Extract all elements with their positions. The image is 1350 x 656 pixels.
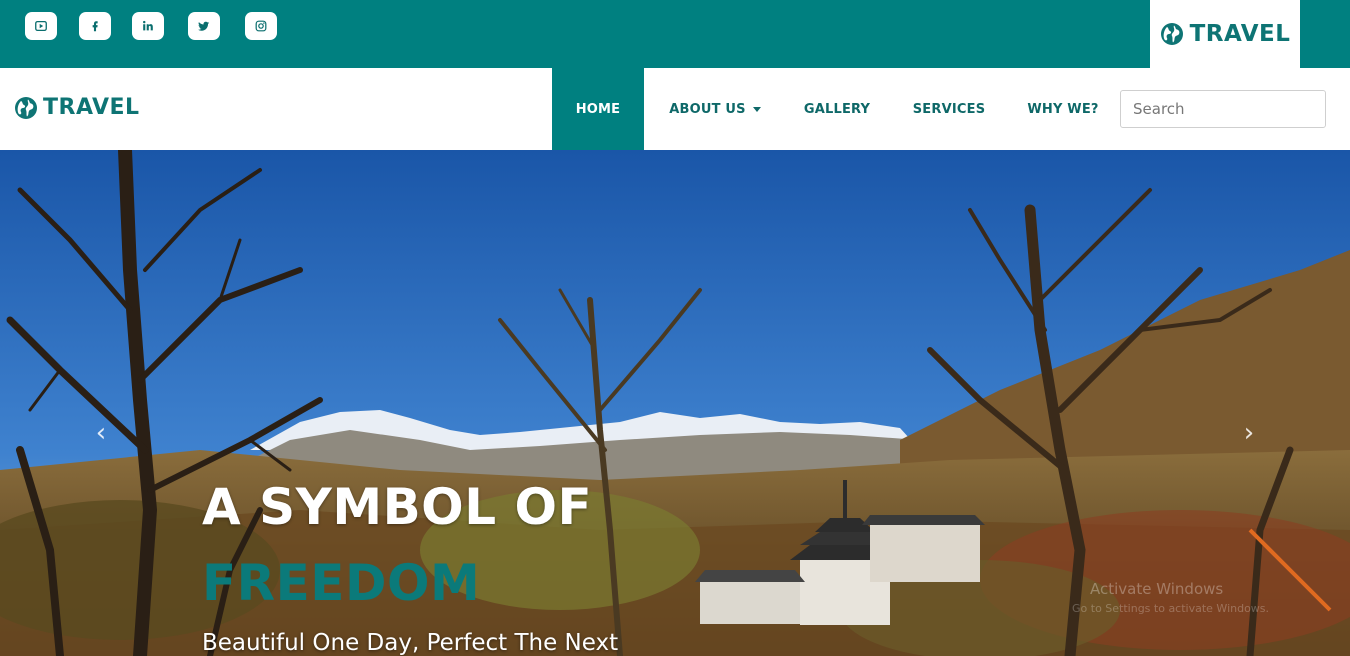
hero-subtitle: Beautiful One Day, Perfect The Next — [202, 630, 619, 656]
os-watermark-sub: Go to Settings to activate Windows. — [1072, 602, 1270, 615]
carousel-next-arrow-icon[interactable]: › — [1236, 416, 1262, 450]
nav-about-us[interactable]: ABOUT US — [660, 68, 770, 150]
hero-title: A SYMBOL OF — [202, 478, 593, 536]
nav-brand-logo[interactable]: TRAVEL — [14, 95, 140, 120]
top-brand-logo[interactable]: TRAVEL — [1150, 0, 1300, 68]
linkedin-icon[interactable] — [132, 12, 164, 40]
hero-accent-title: FREEDOM — [202, 554, 481, 612]
nav-services[interactable]: SERVICES — [906, 68, 992, 150]
youtube-icon[interactable] — [25, 12, 57, 40]
nav-home[interactable]: HOME — [552, 68, 644, 150]
globe-icon — [15, 96, 37, 119]
nav-services-label: SERVICES — [912, 101, 986, 117]
nav-home-label: HOME — [575, 101, 621, 117]
nav-gallery-label: GALLERY — [803, 101, 871, 117]
top-bar: TRAVEL — [0, 0, 1350, 68]
hero-carousel: ‹ › A SYMBOL OF FREEDOM Beautiful One Da… — [0, 150, 1350, 656]
os-watermark: Activate Windows — [1090, 580, 1224, 598]
search-input[interactable] — [1120, 90, 1326, 128]
carousel-prev-arrow-icon[interactable]: ‹ — [88, 416, 114, 450]
nav-about-us-label: ABOUT US — [669, 101, 746, 117]
top-brand-text: TRAVEL — [1189, 21, 1291, 47]
nav-why-we-label: WHY WE? — [1027, 101, 1099, 117]
nav-gallery[interactable]: GALLERY — [796, 68, 878, 150]
globe-icon — [1160, 23, 1183, 45]
facebook-icon[interactable] — [79, 12, 111, 40]
nav-why-we[interactable]: WHY WE? — [1020, 68, 1106, 150]
caret-down-icon — [752, 106, 761, 112]
instagram-icon[interactable] — [245, 12, 277, 40]
twitter-icon[interactable] — [188, 12, 220, 40]
nav-brand-text: TRAVEL — [43, 95, 140, 120]
navbar: TRAVEL HOME ABOUT US GALLERY SERVICES WH… — [0, 68, 1350, 150]
